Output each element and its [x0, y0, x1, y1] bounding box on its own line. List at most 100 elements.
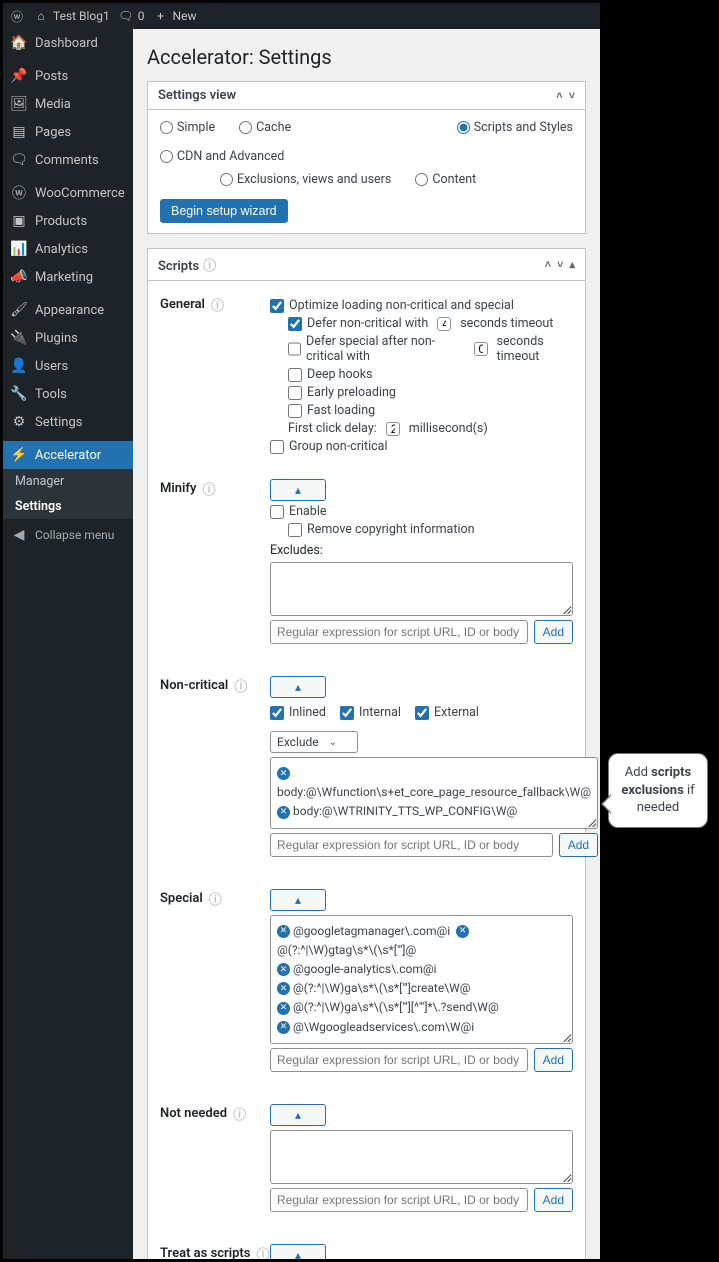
noncritical-add-button[interactable]: Add	[559, 833, 598, 857]
section-label: Non-critical	[160, 678, 228, 693]
remove-tag-icon[interactable]: ✕	[277, 806, 290, 819]
site-name-link[interactable]: ⌂Test Blog1	[33, 8, 110, 24]
chk-internal[interactable]: Internal	[340, 705, 401, 720]
chk-fast-loading[interactable]: Fast loading	[288, 403, 573, 418]
chk-external[interactable]: External	[415, 705, 479, 720]
admin-toolbar: ⓦ ⌂Test Blog1 🗨0 + New	[3, 3, 600, 29]
collapse-toggle[interactable]: ▴	[270, 889, 326, 911]
minify-add-button[interactable]: Add	[534, 620, 573, 644]
sidebar-item-plugins[interactable]: 🔌Plugins	[3, 324, 133, 352]
help-icon[interactable]: ⓘ	[233, 1104, 246, 1123]
section-noncritical: Non-critical ⓘ ▴ Inlined Internal Externa…	[160, 672, 573, 871]
submenu-manager[interactable]: Manager	[3, 469, 133, 494]
chevron-up-icon[interactable]: ˄	[556, 89, 562, 102]
begin-setup-wizard-button[interactable]: Begin setup wizard	[160, 199, 288, 223]
radio-content[interactable]: Content	[415, 172, 476, 187]
chk-remove-copyright[interactable]: Remove copyright information	[288, 522, 573, 537]
remove-tag-icon[interactable]: ✕	[277, 963, 290, 976]
sidebar-item-label: Settings	[35, 415, 82, 430]
section-label: Treat as scripts	[160, 1246, 250, 1259]
defer-sp-input[interactable]	[474, 342, 488, 356]
sidebar-item-products[interactable]: ▣ Products	[3, 207, 133, 235]
help-icon[interactable]: ⓘ	[202, 479, 215, 498]
chevron-up-icon[interactable]: ˄	[545, 258, 551, 271]
woo-icon: ⓦ	[11, 185, 27, 201]
remove-tag-icon[interactable]: ✕	[277, 925, 290, 938]
help-icon[interactable]: ⓘ	[256, 1244, 269, 1259]
notneeded-add-button[interactable]: Add	[534, 1188, 573, 1212]
sidebar-item-label: Products	[35, 214, 87, 229]
noncritical-mode-select[interactable]: Exclude	[270, 731, 358, 753]
radio-cache[interactable]: Cache	[239, 120, 291, 135]
chevron-down-icon[interactable]: ˅	[569, 89, 575, 102]
section-not-needed: Not neededⓘ ▴ Add	[160, 1100, 573, 1226]
notneeded-add-input[interactable]	[270, 1188, 528, 1212]
help-icon[interactable]: ⓘ	[211, 295, 224, 314]
submenu-settings[interactable]: Settings	[3, 494, 133, 519]
remove-tag-icon[interactable]: ✕	[277, 982, 290, 995]
chk-defer-noncritical[interactable]: Defer non-critical withseconds timeout	[288, 316, 573, 331]
panel-title: Settings view	[158, 88, 236, 103]
radio-cdn[interactable]: CDN and Advanced	[160, 149, 284, 164]
sidebar-item-dashboard[interactable]: 🏠Dashboard	[3, 29, 133, 57]
pin-icon: 📌	[11, 68, 27, 84]
sidebar-item-posts[interactable]: 📌Posts	[3, 62, 133, 90]
sidebar-item-appearance[interactable]: 🖌Appearance	[3, 296, 133, 324]
new-link[interactable]: + New	[153, 8, 197, 24]
sidebar-item-tools[interactable]: 🔧Tools	[3, 380, 133, 408]
products-icon: ▣	[11, 213, 27, 229]
radio-simple[interactable]: Simple	[160, 120, 215, 135]
minify-add-input[interactable]	[270, 620, 528, 644]
special-add-button[interactable]: Add	[534, 1048, 573, 1072]
chk-group-noncritical[interactable]: Group non-critical	[270, 439, 573, 454]
chk-defer-special[interactable]: Defer special after non-critical withsec…	[288, 334, 573, 364]
collapse-toggle[interactable]: ▴	[270, 1244, 326, 1259]
new-label: New	[173, 9, 197, 23]
sidebar-item-accelerator[interactable]: ⚡Accelerator	[3, 441, 133, 469]
help-icon[interactable]: ⓘ	[209, 889, 222, 908]
sidebar-item-woocommerce[interactable]: ⓦWooCommerce	[3, 179, 133, 207]
sidebar-item-media[interactable]: 🖼Media	[3, 90, 133, 118]
site-name: Test Blog1	[53, 9, 110, 23]
collapse-menu[interactable]: ◀Collapse menu	[3, 519, 133, 551]
noncritical-tags-box[interactable]: ✕body:@\Wfunction\s+et_core_page_resourc…	[270, 757, 598, 829]
first-click-input[interactable]	[386, 422, 400, 436]
chk-optimize[interactable]: Optimize loading non-critical and specia…	[270, 298, 573, 313]
sidebar-item-label: Users	[35, 359, 68, 374]
special-add-input[interactable]	[270, 1048, 528, 1072]
plus-icon: +	[153, 8, 169, 24]
sidebar-item-analytics[interactable]: 📊Analytics	[3, 235, 133, 263]
special-tags-box[interactable]: ✕@googletagmanager\.com@i ✕@(?:^|\W)gtag…	[270, 915, 573, 1044]
collapse-toggle[interactable]: ▴	[270, 1104, 326, 1126]
chk-inlined[interactable]: Inlined	[270, 705, 326, 720]
comments-link[interactable]: 🗨0	[118, 8, 145, 24]
sidebar-item-pages[interactable]: ▤Pages	[3, 118, 133, 146]
caret-up-icon[interactable]: ▴	[569, 258, 575, 271]
help-icon[interactable]: ⓘ	[203, 259, 216, 274]
remove-tag-icon[interactable]: ✕	[456, 925, 469, 938]
chevron-down-icon[interactable]: ˅	[557, 258, 563, 271]
sidebar-item-marketing[interactable]: 📣Marketing	[3, 263, 133, 291]
remove-tag-icon[interactable]: ✕	[277, 767, 290, 780]
remove-tag-icon[interactable]: ✕	[277, 1002, 290, 1015]
sidebar-item-settings[interactable]: ⚙Settings	[3, 408, 133, 436]
chk-deep-hooks[interactable]: Deep hooks	[288, 367, 573, 382]
radio-exclusions[interactable]: Exclusions, views and users	[220, 172, 391, 187]
sidebar-item-label: Marketing	[35, 270, 93, 285]
notneeded-tags-box[interactable]	[270, 1130, 573, 1184]
remove-tag-icon[interactable]: ✕	[277, 1021, 290, 1034]
help-icon[interactable]: ⓘ	[234, 676, 247, 695]
wp-logo[interactable]: ⓦ	[9, 8, 25, 24]
section-treat-as-scripts: Treat as scriptsⓘ ▴ ✕descendant::iframe[…	[160, 1240, 573, 1259]
minify-excludes-box[interactable]	[270, 562, 573, 616]
sidebar-item-comments[interactable]: 🗨Comments	[3, 146, 133, 174]
chk-enable-minify[interactable]: Enable	[270, 504, 573, 519]
radio-scripts-styles[interactable]: Scripts and Styles	[457, 120, 573, 135]
sidebar-item-label: Tools	[35, 387, 67, 402]
collapse-toggle[interactable]: ▴	[270, 479, 326, 501]
noncritical-add-input[interactable]	[270, 833, 553, 857]
chk-early-preload[interactable]: Early preloading	[288, 385, 573, 400]
defer-nc-input[interactable]	[437, 317, 451, 331]
collapse-toggle[interactable]: ▴	[270, 676, 326, 698]
sidebar-item-users[interactable]: 👤Users	[3, 352, 133, 380]
